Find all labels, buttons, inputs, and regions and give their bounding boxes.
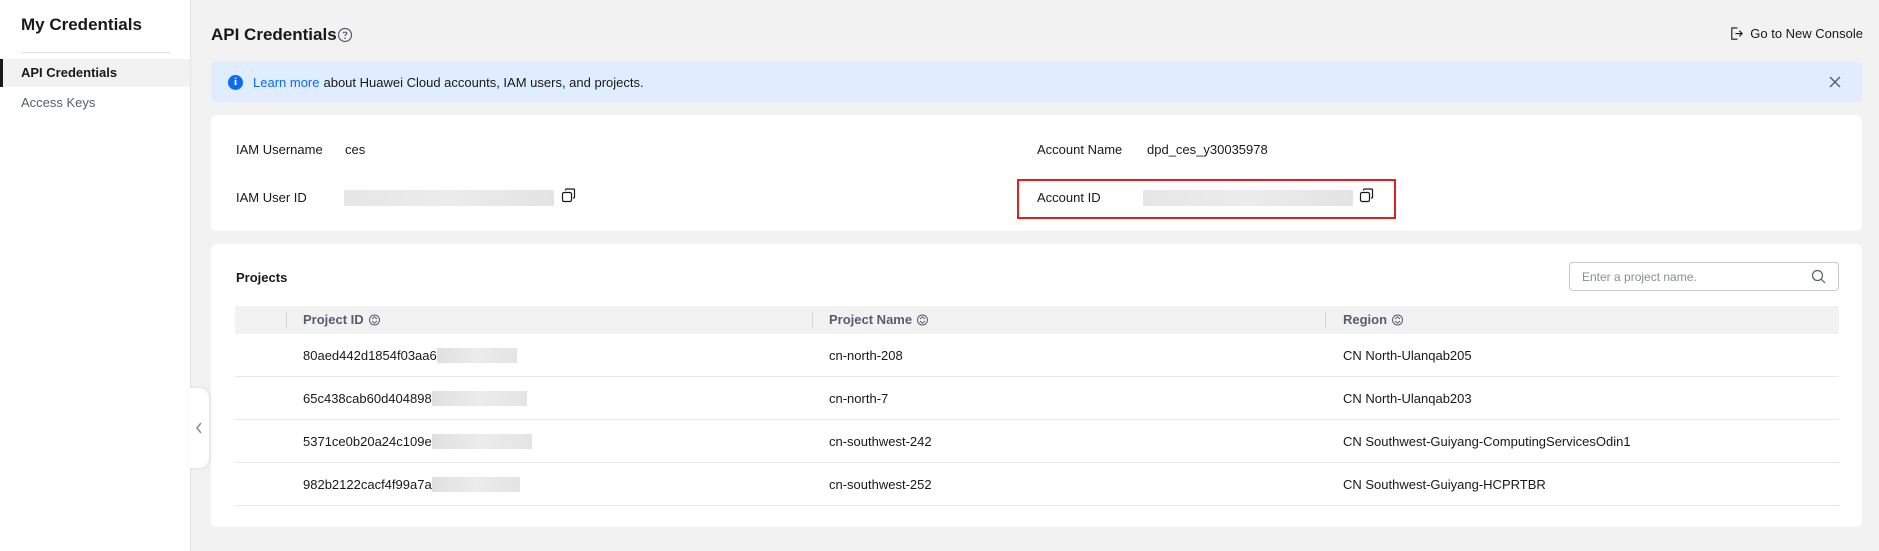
page-title: API Credentials xyxy=(211,25,337,44)
column-separator xyxy=(812,312,813,328)
project-id-value: 80aed442d1854f03aa6 xyxy=(303,348,437,363)
project-id-cell: 982b2122cacf4f99a7a xyxy=(303,463,520,506)
account-name-label: Account Name xyxy=(1037,142,1123,157)
column-header-label: Project ID xyxy=(303,312,364,327)
close-icon[interactable] xyxy=(1828,75,1842,89)
sort-icon[interactable] xyxy=(917,314,929,326)
learn-more-link[interactable]: Learn more xyxy=(253,75,319,90)
iam-username-value: ces xyxy=(345,142,366,157)
project-id-cell: 80aed442d1854f03aa6 xyxy=(303,334,517,377)
projects-title: Projects xyxy=(236,270,288,285)
sort-icon[interactable] xyxy=(368,314,380,326)
project-search-input[interactable] xyxy=(1582,269,1811,284)
iam-user-id-label: IAM User ID xyxy=(236,190,307,205)
project-id-value: 65c438cab60d404898 xyxy=(303,391,432,406)
column-header-project-id[interactable]: Project ID xyxy=(303,306,380,334)
project-name-cell: cn-north-208 xyxy=(829,348,903,363)
sidebar-title: My Credentials xyxy=(21,15,142,34)
info-alert: i Learn more about Huawei Cloud accounts… xyxy=(211,62,1862,102)
iam-user-id-masked xyxy=(344,190,554,206)
region-cell: CN North-Ulanqab203 xyxy=(1343,391,1472,406)
project-id-cell: 5371ce0b20a24c109e xyxy=(303,420,532,463)
project-id-mask xyxy=(431,434,532,449)
search-icon[interactable] xyxy=(1811,269,1826,284)
project-id-mask xyxy=(431,477,520,492)
table-header: Project ID Project Name Region xyxy=(235,306,1839,334)
project-id-cell: 65c438cab60d404898 xyxy=(303,377,527,420)
sort-icon[interactable] xyxy=(1392,314,1404,326)
column-header-label: Project Name xyxy=(829,312,913,327)
column-separator xyxy=(1325,312,1326,328)
table-row: 5371ce0b20a24c109e cn-southwest-242 CN S… xyxy=(235,420,1839,463)
region-cell: CN Southwest-Guiyang-HCPRTBR xyxy=(1343,477,1546,492)
project-id-mask xyxy=(436,348,517,363)
sidebar: My Credentials API Credentials Access Ke… xyxy=(0,0,191,551)
column-separator xyxy=(286,312,287,328)
region-cell: CN Southwest-Guiyang-ComputingServicesOd… xyxy=(1343,434,1631,449)
column-header-label: Region xyxy=(1343,312,1388,327)
table-row: 982b2122cacf4f99a7a cn-southwest-252 CN … xyxy=(235,463,1839,506)
project-name-cell: cn-southwest-242 xyxy=(829,434,932,449)
column-header-project-name[interactable]: Project Name xyxy=(829,306,929,334)
project-name-cell: cn-north-7 xyxy=(829,391,889,406)
projects-card: Projects Project ID Project Name Region xyxy=(211,244,1862,527)
project-id-mask xyxy=(431,391,527,406)
info-icon: i xyxy=(228,74,243,90)
chevron-left-icon xyxy=(196,422,202,434)
copy-icon[interactable] xyxy=(561,188,576,203)
project-name-cell: cn-southwest-252 xyxy=(829,477,932,492)
sidebar-item-api-credentials[interactable]: API Credentials xyxy=(0,59,190,87)
alert-text: about Huawei Cloud accounts, IAM users, … xyxy=(323,74,644,90)
collapse-sidebar-button[interactable] xyxy=(189,388,209,468)
account-id-highlight xyxy=(1017,179,1396,219)
project-id-value: 982b2122cacf4f99a7a xyxy=(303,477,432,492)
region-cell: CN North-Ulanqab205 xyxy=(1343,348,1472,363)
sidebar-item-access-keys[interactable]: Access Keys xyxy=(0,89,190,117)
table-row: 65c438cab60d404898 cn-north-7 CN North-U… xyxy=(235,377,1839,420)
help-icon[interactable] xyxy=(337,27,353,43)
account-name-value: dpd_ces_y30035978 xyxy=(1147,142,1268,157)
iam-username-label: IAM Username xyxy=(236,142,323,157)
go-to-new-console-label: Go to New Console xyxy=(1750,26,1863,41)
project-id-value: 5371ce0b20a24c109e xyxy=(303,434,432,449)
project-search-box xyxy=(1569,262,1839,291)
sidebar-divider xyxy=(21,52,170,53)
exit-icon xyxy=(1731,27,1744,40)
column-header-region[interactable]: Region xyxy=(1343,306,1404,334)
go-to-new-console-link[interactable]: Go to New Console xyxy=(1729,26,1863,41)
table-row: 80aed442d1854f03aa6 cn-north-208 CN Nort… xyxy=(235,334,1839,377)
projects-table: Project ID Project Name Region 80aed442d… xyxy=(235,306,1839,506)
